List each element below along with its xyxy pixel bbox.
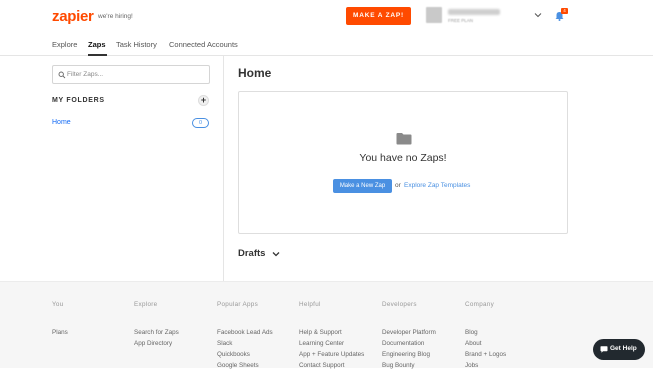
my-folders-heading: MY FOLDERS (52, 97, 105, 104)
footer-link[interactable]: Facebook Lead Ads (217, 329, 273, 340)
chevron-down-icon[interactable] (271, 250, 281, 258)
footer-link[interactable]: About (465, 340, 506, 351)
chat-icon (600, 346, 608, 353)
user-plan: FREE PLAN (448, 18, 474, 23)
drafts-toggle[interactable]: Drafts (238, 248, 265, 259)
folder-home-count: 0 (192, 118, 209, 128)
column-divider (223, 56, 224, 281)
make-a-zap-button[interactable]: MAKE A ZAP! (346, 7, 411, 25)
notification-badge: 4 (561, 8, 568, 14)
filter-zaps-input[interactable] (67, 68, 207, 81)
footer-heading: Company (465, 301, 495, 308)
top-header: zapier we're hiring! MAKE A ZAP! FREE PL… (0, 0, 653, 34)
footer-heading: You (52, 301, 64, 308)
empty-state-panel: You have no Zaps! Make a New Zap or Expl… (238, 91, 568, 234)
plus-icon: + (200, 95, 207, 105)
user-name-blurred[interactable] (448, 9, 500, 15)
footer-heading: Developers (382, 301, 417, 308)
get-help-button[interactable]: Get Help (593, 339, 645, 360)
tab-explore[interactable]: Explore (52, 40, 77, 49)
or-text: or (395, 182, 401, 189)
filter-zaps-field[interactable] (52, 65, 210, 84)
footer-link[interactable]: Blog (465, 329, 506, 340)
footer-link[interactable]: Search for Zaps (134, 329, 179, 340)
footer-column: Popular Apps Facebook Lead Ads Slack Qui… (217, 301, 273, 373)
footer-link[interactable]: Developer Platform (382, 329, 436, 340)
search-icon (58, 71, 66, 79)
tab-zaps[interactable]: Zaps (88, 40, 106, 49)
footer-link[interactable]: App + Feature Updates (299, 351, 364, 362)
footer-column: You Plans (52, 301, 68, 340)
footer: You Plans Explore Search for Zaps App Di… (0, 281, 653, 369)
footer-link[interactable]: Engineering Blog (382, 351, 436, 362)
avatar[interactable] (426, 7, 442, 23)
zapier-logo[interactable]: zapier (52, 8, 94, 25)
folder-home-link[interactable]: Home (52, 119, 71, 126)
nav-tabs: Explore Zaps Task History Connected Acco… (0, 34, 653, 56)
get-help-label: Get Help (610, 345, 637, 352)
empty-state-text: You have no Zaps! (359, 152, 447, 164)
footer-link[interactable]: Slack (217, 340, 273, 351)
footer-link[interactable]: Learning Center (299, 340, 364, 351)
footer-link[interactable]: Brand + Logos (465, 351, 506, 362)
footer-link[interactable]: Documentation (382, 340, 436, 351)
footer-column: Explore Search for Zaps App Directory (134, 301, 179, 351)
footer-column: Company Blog About Brand + Logos Jobs (465, 301, 506, 373)
footer-link[interactable]: Help & Support (299, 329, 364, 340)
add-folder-button[interactable]: + (198, 95, 209, 106)
footer-link[interactable]: Plans (52, 329, 68, 340)
folder-icon (396, 133, 412, 145)
page-title: Home (238, 66, 272, 80)
footer-link[interactable]: Quickbooks (217, 351, 273, 362)
tab-task-history[interactable]: Task History (116, 40, 157, 49)
footer-heading: Helpful (299, 301, 321, 308)
chevron-down-icon[interactable] (533, 10, 543, 20)
footer-link[interactable]: App Directory (134, 340, 179, 351)
active-tab-indicator (88, 54, 107, 56)
footer-column: Developers Developer Platform Documentat… (382, 301, 436, 373)
explore-templates-link[interactable]: Explore Zap Templates (404, 182, 470, 189)
tab-connected-accounts[interactable]: Connected Accounts (169, 40, 238, 49)
footer-column: Helpful Help & Support Learning Center A… (299, 301, 364, 373)
footer-heading: Popular Apps (217, 301, 259, 308)
make-new-zap-button[interactable]: Make a New Zap (333, 179, 392, 193)
hiring-link[interactable]: we're hiring! (98, 13, 133, 20)
footer-heading: Explore (134, 301, 158, 308)
